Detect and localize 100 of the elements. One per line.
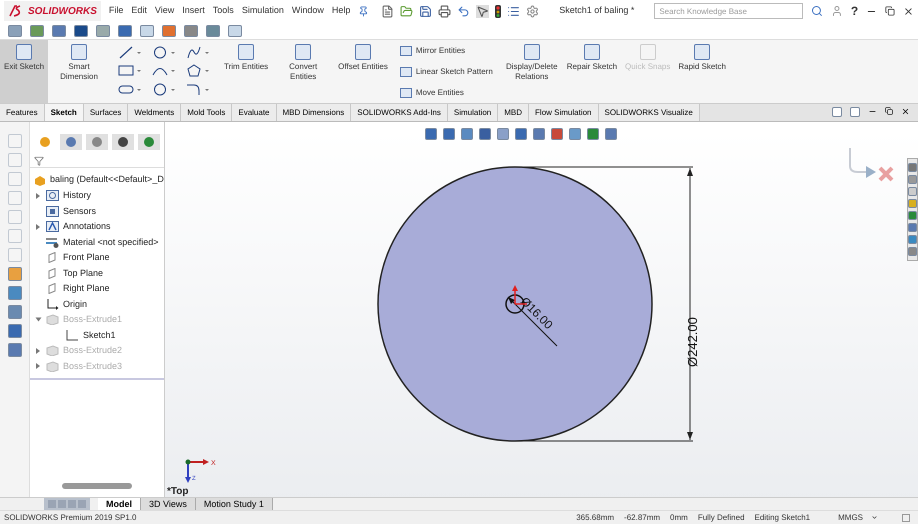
tree-item[interactable]: Sketch1 (83, 328, 116, 342)
user-icon[interactable] (831, 5, 843, 17)
help-button[interactable]: ? (850, 2, 858, 20)
print-icon[interactable] (438, 4, 452, 18)
ribbon-tab[interactable]: Features (0, 104, 45, 121)
ribbon-tab[interactable]: Surfaces (84, 104, 128, 121)
ribbon-list-item[interactable]: Linear Sketch Pattern (400, 66, 493, 76)
units-selector[interactable]: MMGS (838, 512, 878, 524)
view-tool-icon[interactable] (52, 24, 66, 36)
confirm-icon[interactable] (849, 148, 876, 178)
status-field: Editing Sketch1 (754, 512, 810, 524)
menu-item[interactable]: Tools (212, 4, 234, 18)
tree-root[interactable]: baling (Default<<Default>_D (50, 173, 164, 187)
dimension-label[interactable]: Ø242.00 (685, 317, 700, 367)
close-icon[interactable] (901, 107, 910, 116)
part-icon (34, 174, 46, 186)
ribbon-tab[interactable]: MBD (498, 104, 530, 121)
bottom-tab[interactable]: Model (98, 498, 141, 510)
tree-item[interactable]: Front Plane (63, 251, 110, 264)
tree-item[interactable]: Right Plane (63, 282, 110, 296)
ribbon-tab[interactable]: Flow Simulation (529, 104, 598, 121)
axis-triad-drawing (185, 459, 209, 483)
ribbon-button[interactable]: Rapid Sketch (674, 40, 730, 103)
tool-icon[interactable] (8, 324, 22, 338)
tree-item[interactable]: Material <not specified> (63, 236, 159, 249)
menu-item[interactable]: Help (332, 4, 350, 18)
ribbon-button[interactable]: Trim Entities (220, 40, 272, 103)
traffic-light-icon[interactable] (495, 4, 502, 18)
expander-arrow-icon[interactable] (36, 348, 40, 354)
menu-item[interactable]: Simulation (242, 4, 284, 18)
view-tool-icon[interactable] (74, 24, 88, 36)
ribbon-button[interactable]: Convert Entities (272, 40, 334, 103)
expander-arrow-icon[interactable] (36, 192, 40, 199)
expander-arrow-icon[interactable] (36, 224, 40, 230)
bottom-tab[interactable]: Motion Study 1 (196, 498, 273, 510)
ribbon-button[interactable]: Smart Dimension (48, 40, 110, 103)
tree-item[interactable]: Sensors (63, 204, 96, 218)
tree-item[interactable]: Annotations (63, 220, 111, 234)
new-document-icon[interactable] (381, 4, 394, 18)
ribbon-button[interactable]: Repair Sketch (562, 40, 622, 103)
ribbon-button[interactable]: Offset Entities (334, 40, 392, 103)
scrollbar[interactable] (62, 483, 132, 489)
pin-icon[interactable] (358, 6, 370, 16)
ribbon-tab[interactable]: Evaluate (232, 104, 276, 121)
leader-line (508, 296, 558, 346)
cancel-icon[interactable] (878, 166, 894, 182)
save-icon[interactable] (419, 4, 432, 18)
product-version: SOLIDWORKS Premium 2019 SP1.0 (4, 512, 136, 524)
search-icon[interactable] (811, 5, 824, 17)
ribbon-button[interactable]: Exit Sketch (0, 40, 48, 103)
view-label: *Top (167, 486, 188, 497)
ribbon-tab[interactable]: SOLIDWORKS Visualize (598, 104, 700, 121)
expander-arrow-icon[interactable] (36, 363, 40, 370)
view-tool-icon[interactable] (118, 24, 132, 36)
origin-icon (46, 298, 59, 310)
history-folder-icon (46, 190, 59, 202)
ribbon-tab[interactable]: Simulation (448, 104, 498, 121)
ribbon-button[interactable]: Display/Delete Relations (500, 40, 563, 103)
tool-icon[interactable] (8, 305, 22, 319)
menu-item[interactable]: Edit (131, 4, 147, 18)
list-icon[interactable] (507, 4, 520, 18)
tree-item[interactable]: Origin (63, 298, 88, 311)
menu-item[interactable]: Window (292, 4, 324, 18)
ribbon-list-item[interactable]: Mirror Entities (400, 46, 493, 56)
bottom-tab[interactable]: 3D Views (141, 498, 196, 510)
status-field: Fully Defined (698, 512, 745, 524)
view-tool-icon[interactable] (206, 24, 220, 36)
restore-icon[interactable] (885, 107, 893, 115)
filter-icon[interactable] (34, 156, 44, 166)
undo-icon[interactable] (457, 4, 470, 18)
tool-icon[interactable] (8, 286, 22, 300)
expander-arrow-icon[interactable] (35, 317, 41, 322)
ribbon-tab[interactable]: MBD Dimensions (276, 104, 352, 121)
panel-tab[interactable] (60, 134, 82, 150)
sensor-folder-icon (46, 206, 59, 217)
panel-tab[interactable] (112, 134, 134, 150)
tree-item[interactable]: History (63, 189, 92, 202)
menu-item[interactable]: View (154, 4, 174, 18)
view-tool-icon[interactable] (479, 128, 491, 140)
pointer-icon[interactable] (476, 4, 490, 18)
ribbon-list-item[interactable]: Move Entities (400, 88, 493, 98)
panel-tab[interactable] (138, 134, 160, 150)
ribbon-tab[interactable]: SOLIDWORKS Add-Ins (351, 104, 448, 121)
restore-icon[interactable] (885, 6, 896, 16)
status-field: 0mm (670, 512, 688, 524)
settings-icon[interactable] (526, 4, 540, 18)
tree-item[interactable]: Top Plane (63, 266, 104, 280)
ribbon-tab[interactable]: Sketch (44, 104, 84, 121)
close-icon[interactable] (903, 6, 914, 16)
menu-item[interactable]: Insert (182, 4, 205, 18)
open-icon[interactable] (400, 4, 414, 18)
menu-item[interactable]: File (108, 4, 124, 18)
ribbon-tab[interactable]: Mold Tools (181, 104, 232, 121)
extrude-icon (46, 314, 59, 326)
search-field[interactable]: Search Knowledge Base (654, 3, 804, 19)
material-icon (46, 236, 59, 248)
tool-icon[interactable] (8, 267, 22, 281)
dropdown-caret-icon[interactable] (871, 514, 878, 521)
ribbon-tab[interactable]: Weldments (128, 104, 182, 121)
tool-icon[interactable] (8, 343, 22, 357)
